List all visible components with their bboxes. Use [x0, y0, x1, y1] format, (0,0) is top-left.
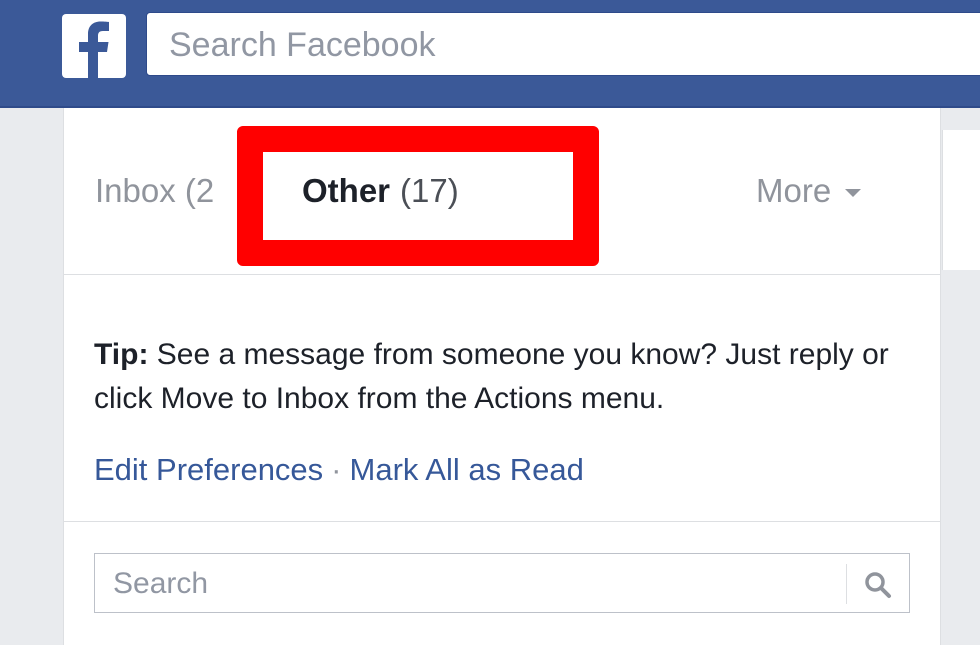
link-separator: · [331, 452, 342, 487]
facebook-search-input[interactable] [167, 21, 951, 69]
tip-prefix: Tip: [94, 338, 149, 371]
mark-all-as-read-link[interactable]: Mark All as Read [350, 452, 584, 487]
tip-action-links: Edit Preferences · Mark All as Read [94, 452, 584, 488]
facebook-search-bar[interactable] [146, 12, 980, 76]
tab-more-label: More [756, 172, 832, 209]
highlight-annotation-box [237, 126, 599, 266]
search-icon [865, 572, 891, 598]
tab-more[interactable]: More [756, 172, 862, 210]
facebook-f-icon[interactable] [62, 14, 126, 78]
message-folder-tabs: Inbox (2 Other (17) More [64, 108, 940, 275]
tip-text: See a message from someone you know? Jus… [94, 338, 889, 415]
right-column-edge [942, 130, 980, 270]
messages-panel: Inbox (2 Other (17) More Tip: See a messa… [63, 108, 941, 645]
message-search-input[interactable] [111, 562, 835, 606]
divider [64, 521, 940, 522]
top-navigation-bar [0, 0, 980, 108]
edit-preferences-link[interactable]: Edit Preferences [94, 452, 323, 487]
message-search-button[interactable] [846, 564, 909, 604]
tab-inbox-label: Inbox (2 [95, 172, 215, 209]
tip-message: Tip: See a message from someone you know… [94, 333, 924, 421]
tab-inbox[interactable]: Inbox (2 [95, 172, 214, 210]
message-search-box[interactable] [94, 553, 910, 613]
chevron-down-icon [845, 189, 862, 198]
